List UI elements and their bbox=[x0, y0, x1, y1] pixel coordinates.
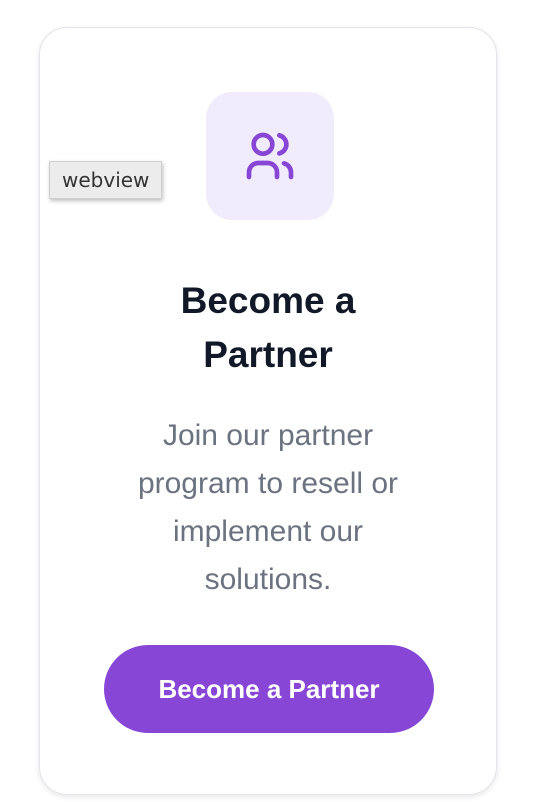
card-title: Become a Partner bbox=[180, 280, 356, 375]
become-partner-button[interactable]: Become a Partner bbox=[104, 645, 434, 733]
webview-tooltip: webview bbox=[49, 161, 163, 199]
icon-tile bbox=[206, 92, 334, 220]
users-icon bbox=[246, 132, 294, 180]
card-description: Join our partner program to resell or im… bbox=[137, 419, 399, 596]
partner-card: Become a Partner Join our partner progra… bbox=[39, 27, 497, 795]
